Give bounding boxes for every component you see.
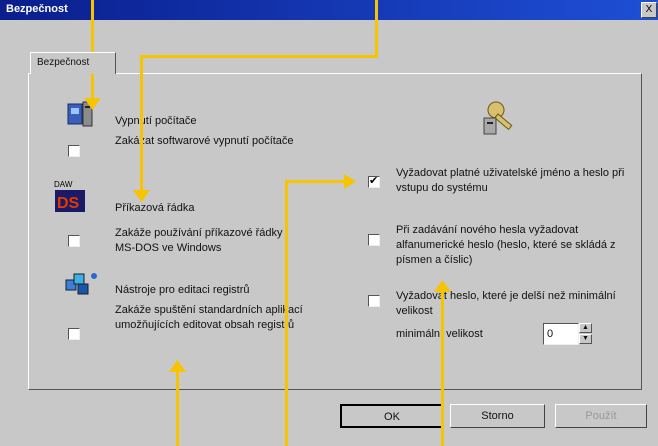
option-title-vypnuti: Vypnutí počítače <box>115 115 197 127</box>
title-bar: Bezpečnost X <box>0 0 658 20</box>
option-desc-registry: Zakáže spuštění standardních aplikací um… <box>115 304 303 331</box>
callout-line-2v <box>140 55 143 192</box>
window-title: Bezpečnost <box>6 3 68 15</box>
spin-down-button[interactable]: ▼ <box>579 334 592 344</box>
svg-text:DS: DS <box>57 195 80 212</box>
arrow-right-icon <box>344 174 356 189</box>
dos-icon: DAW DS <box>54 180 85 212</box>
close-button[interactable]: X <box>641 2 657 18</box>
spin-up-button[interactable]: ▲ <box>579 323 592 333</box>
arrow-up-icon <box>434 280 451 292</box>
min-length-label: minimální velikost <box>396 328 483 340</box>
option-desc-prikazova-radka: Zakáže používání příkazové řádky MS-DOS … <box>115 227 283 254</box>
arrow-down-icon <box>133 190 150 202</box>
callout-line-2 <box>375 0 378 57</box>
arrow-up-icon <box>169 360 186 372</box>
checkbox-registry[interactable] <box>68 328 80 340</box>
ok-button[interactable]: OK <box>340 404 444 428</box>
checkbox-alphanumeric[interactable] <box>368 234 380 246</box>
option-title-prikazova-radka: Příkazová řádka <box>115 202 195 214</box>
callout-line-2h <box>140 55 378 58</box>
keys-icon <box>483 101 513 135</box>
apply-button[interactable]: Použít <box>555 404 647 428</box>
svg-text:DAW: DAW <box>54 180 73 189</box>
option-min-length: Vyžadovat heslo, které je delší než mini… <box>396 290 616 317</box>
registry-editor-icon <box>65 273 97 295</box>
arrow-down-icon <box>84 98 101 110</box>
option-desc-vypnuti: Zakázat softwarové vypnutí počítače <box>115 135 294 147</box>
callout-line-3h <box>285 180 347 183</box>
min-length-input[interactable]: 0 <box>543 323 579 345</box>
option-alphanumeric: Při zadávání nového hesla vyžadovat alfa… <box>396 224 616 266</box>
checkbox-prikazova-radka[interactable] <box>68 235 80 247</box>
checkbox-require-login[interactable]: ✔ <box>368 175 380 188</box>
option-title-registry: Nástroje pro editaci registrů <box>115 284 250 296</box>
callout-line-5 <box>441 292 444 446</box>
callout-line-4 <box>176 372 179 446</box>
checkbox-min-length[interactable] <box>368 295 380 307</box>
checkbox-vypnuti[interactable] <box>68 145 80 157</box>
cancel-button[interactable]: Storno <box>450 404 545 428</box>
tab-bezpecnost[interactable]: Bezpečnost <box>30 52 116 74</box>
option-require-login: Vyžadovat platné uživatelské jméno a hes… <box>396 167 625 194</box>
callout-line-3 <box>285 180 288 446</box>
